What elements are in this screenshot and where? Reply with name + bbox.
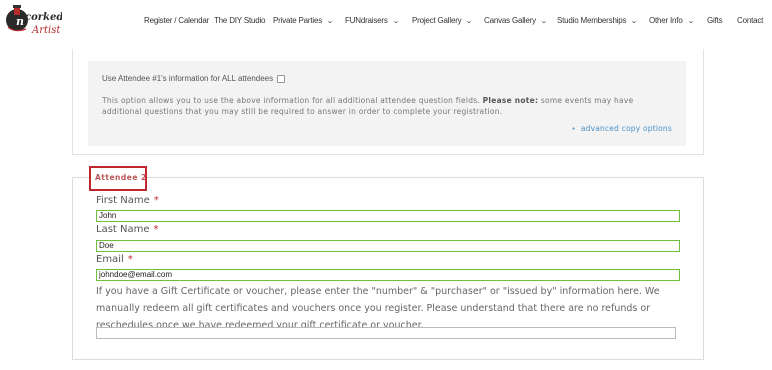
advanced-copy-options-label: advanced copy options <box>580 124 672 133</box>
last-name-field[interactable]: Doe <box>96 240 680 252</box>
chevron-down-icon: ⌄ <box>540 18 548 25</box>
nav-canvas-gallery[interactable]: Canvas Gallery ⌄ <box>484 16 548 25</box>
uncorked-artist-logo[interactable]: n corked Artist <box>4 3 62 41</box>
chevron-down-icon: ⌄ <box>686 18 695 25</box>
nav-gifts[interactable]: Gifts <box>707 16 723 25</box>
copy-attendee-panel: Use Attendee #1's information for ALL at… <box>88 61 686 146</box>
copy-all-checkbox[interactable] <box>277 74 286 83</box>
gift-certificate-field[interactable] <box>96 327 676 339</box>
chevron-down-icon: ⌄ <box>326 18 334 25</box>
nav-private-parties[interactable]: Private Parties ⌄ <box>273 16 334 25</box>
advanced-copy-options-link[interactable]: • advanced copy options <box>572 124 673 133</box>
copy-description: This option allows you to use the above … <box>102 96 672 117</box>
required-marker: * <box>153 195 159 206</box>
first-name-label: First Name * <box>96 195 159 206</box>
chevron-down-icon: ⌄ <box>630 18 638 25</box>
site-header: n corked Artist Register / Calendar The … <box>0 0 772 46</box>
nav-diy-studio[interactable]: The DIY Studio <box>214 16 266 25</box>
first-name-field[interactable]: John <box>96 210 680 222</box>
attendee-2-legend: Attendee 2 <box>95 173 147 182</box>
svg-text:corked: corked <box>25 12 62 23</box>
copy-all-row: Use Attendee #1's information for ALL at… <box>102 74 286 83</box>
nav-contact[interactable]: Contact <box>737 16 763 25</box>
nav-register-calendar[interactable]: Register / Calendar <box>144 16 209 25</box>
svg-text:n: n <box>16 15 24 28</box>
bullet-icon: • <box>571 125 576 133</box>
copy-desc-note: Please note: <box>482 96 539 105</box>
copy-all-label: Use Attendee #1's information for ALL at… <box>102 74 274 83</box>
nav-fundraisers[interactable]: FUNdraisers ⌄ <box>345 16 400 25</box>
nav-other-info[interactable]: Other Info ⌄ <box>649 16 695 25</box>
last-name-label: Last Name * <box>96 224 159 235</box>
nav-project-gallery[interactable]: Project Gallery ⌄ <box>412 16 474 25</box>
required-marker: * <box>127 254 133 265</box>
required-marker: * <box>153 224 159 235</box>
chevron-down-icon: ⌄ <box>465 18 474 25</box>
email-label: Email * <box>96 254 133 265</box>
nav-studio-memberships[interactable]: Studio Memberships ⌄ <box>557 16 638 25</box>
email-field[interactable]: johndoe@email.com <box>96 269 680 281</box>
chevron-down-icon: ⌄ <box>391 18 400 25</box>
copy-desc-text-1: This option allows you to use the above … <box>102 96 481 105</box>
svg-text:Artist: Artist <box>31 25 61 36</box>
